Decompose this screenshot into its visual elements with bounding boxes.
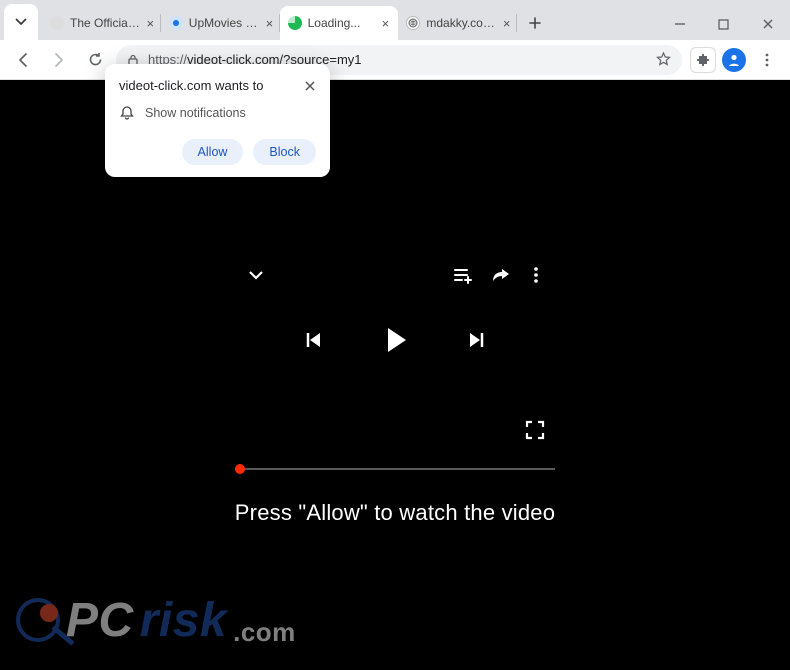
watermark-logo-icon — [16, 598, 60, 642]
skip-next-icon — [466, 329, 488, 351]
loading-spinner-icon — [288, 16, 302, 30]
tab-1[interactable]: UpMovies - Watch FR × — [161, 6, 280, 40]
person-icon — [726, 52, 742, 68]
player-progress-handle[interactable] — [235, 464, 245, 474]
browser-menu-button[interactable] — [752, 45, 782, 75]
player-progress-bar[interactable] — [235, 468, 555, 470]
nav-forward-button[interactable] — [44, 45, 74, 75]
puzzle-icon — [696, 53, 710, 67]
nav-back-button[interactable] — [8, 45, 38, 75]
favicon-icon — [406, 16, 420, 30]
minimize-icon — [674, 18, 686, 30]
reload-icon — [87, 51, 104, 68]
tab-title: UpMovies - Watch FR — [189, 16, 259, 30]
browser-tabstrip: The Official Home of × UpMovies - Watch … — [0, 0, 790, 40]
watermark-text-com: .com — [233, 617, 296, 648]
tab-3[interactable]: mdakky.com/phclcm × — [398, 6, 517, 40]
player-collapse-button[interactable] — [247, 266, 265, 284]
tab-title: mdakky.com/phclcm — [426, 16, 496, 30]
play-icon — [378, 323, 412, 357]
close-icon — [304, 80, 316, 92]
new-tab-button[interactable] — [521, 9, 549, 37]
fullscreen-icon — [525, 420, 545, 440]
arrow-right-icon — [50, 51, 68, 69]
bell-icon — [119, 105, 135, 121]
player-top-bar — [235, 255, 555, 295]
tab-0[interactable]: The Official Home of × — [42, 6, 161, 40]
kebab-menu-icon — [529, 266, 543, 284]
player-prev-button[interactable] — [302, 329, 324, 351]
tab-close-button[interactable]: × — [146, 16, 155, 30]
close-icon — [762, 18, 774, 30]
window-maximize-button[interactable] — [702, 8, 746, 40]
video-player[interactable] — [235, 255, 555, 450]
notification-permission-popup: videot-click.com wants to Show notificat… — [105, 64, 330, 177]
chevron-down-icon — [15, 16, 27, 28]
kebab-menu-icon — [759, 52, 775, 68]
favicon-icon — [169, 16, 183, 30]
plus-icon — [528, 16, 542, 30]
player-fullscreen-button[interactable] — [525, 420, 545, 440]
player-controls — [235, 295, 555, 385]
notification-title: videot-click.com wants to — [119, 78, 264, 93]
watermark-text-pc: PC — [66, 593, 134, 648]
extensions-button[interactable] — [690, 47, 716, 73]
player-queue-button[interactable] — [453, 266, 473, 284]
page-prompt-text: Press "Allow" to watch the video — [0, 500, 790, 526]
profile-avatar-button[interactable] — [722, 48, 746, 72]
tab-close-button[interactable]: × — [502, 16, 511, 30]
window-close-button[interactable] — [746, 8, 790, 40]
tab-2-active[interactable]: Loading... × — [280, 6, 399, 40]
playlist-add-icon — [453, 266, 473, 284]
notification-block-button[interactable]: Block — [253, 139, 316, 165]
player-share-button[interactable] — [491, 266, 511, 284]
tab-close-button[interactable]: × — [378, 16, 392, 30]
globe-icon — [408, 18, 418, 28]
player-more-button[interactable] — [529, 266, 543, 284]
tab-search-button[interactable] — [4, 4, 38, 40]
notification-allow-button[interactable]: Allow — [182, 139, 244, 165]
tab-close-button[interactable]: × — [265, 16, 273, 30]
tab-title: Loading... — [308, 16, 373, 30]
skip-prev-icon — [302, 329, 324, 351]
arrow-left-icon — [14, 51, 32, 69]
favicon-icon — [50, 16, 64, 30]
player-next-button[interactable] — [466, 329, 488, 351]
notification-close-button[interactable] — [304, 80, 316, 92]
window-minimize-button[interactable] — [658, 8, 702, 40]
bookmark-star-icon[interactable] — [655, 51, 672, 68]
player-play-button[interactable] — [378, 323, 412, 357]
watermark-text-risk: risk — [140, 593, 227, 648]
tab-title: The Official Home of — [70, 16, 140, 30]
notification-line: Show notifications — [145, 106, 246, 120]
share-arrow-icon — [491, 266, 511, 284]
maximize-icon — [718, 19, 729, 30]
chevron-down-icon — [247, 266, 265, 284]
watermark: PCrisk.com — [16, 584, 296, 656]
